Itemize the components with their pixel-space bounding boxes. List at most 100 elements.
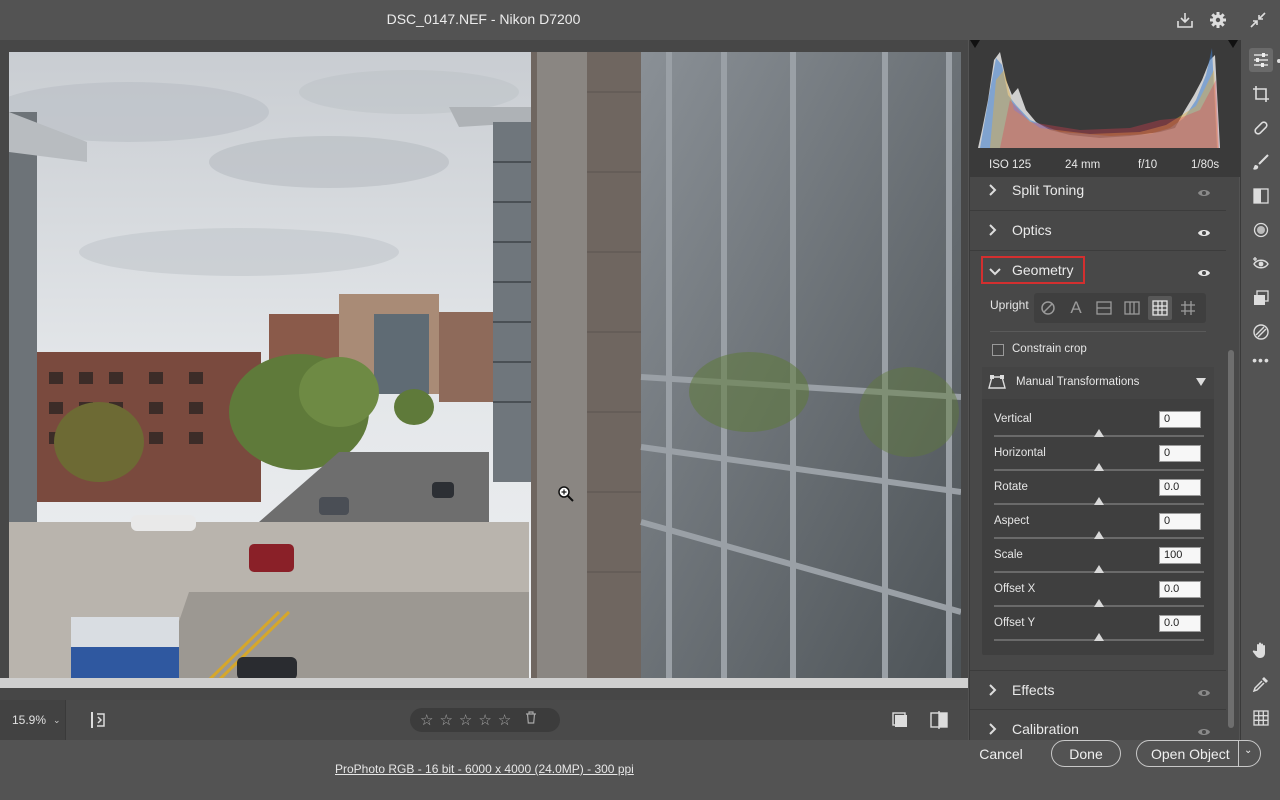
slider-thumb[interactable]: [1094, 497, 1104, 505]
radial-filter-icon[interactable]: [1249, 218, 1273, 242]
adjustment-brush-icon[interactable]: [1249, 150, 1273, 174]
slider-value-input[interactable]: 0.0: [1159, 479, 1201, 496]
chevron-down-icon: [988, 264, 1002, 282]
trash-icon[interactable]: [525, 711, 537, 729]
crop-icon[interactable]: [1249, 82, 1273, 106]
slider-thumb[interactable]: [1094, 565, 1104, 573]
chevron-down-icon[interactable]: ⌄: [1244, 745, 1252, 756]
spot-removal-icon[interactable]: [1249, 116, 1273, 140]
slider-row-offset-y: Offset Y 0.0: [982, 615, 1214, 649]
section-label: Optics: [1012, 222, 1052, 238]
slider-label: Horizontal: [994, 447, 1046, 459]
more-icon[interactable]: •••: [1249, 348, 1273, 372]
section-split-toning[interactable]: Split Toning: [970, 171, 1226, 211]
star-3[interactable]: ☆: [459, 713, 472, 728]
slider-thumb[interactable]: [1094, 531, 1104, 539]
collapse-triangle-icon: [1196, 378, 1206, 386]
image-canvas[interactable]: [0, 40, 968, 700]
collapse-icon[interactable]: [1247, 9, 1269, 31]
cancel-button[interactable]: Cancel: [965, 740, 1037, 767]
upright-auto-icon[interactable]: A: [1064, 296, 1088, 320]
slider-track[interactable]: [994, 565, 1204, 573]
section-optics[interactable]: Optics: [970, 211, 1226, 251]
workflow-options-link[interactable]: ProPhoto RGB - 16 bit - 6000 x 4000 (24.…: [335, 762, 634, 776]
upright-full-icon[interactable]: [1148, 296, 1172, 320]
hand-icon[interactable]: [1249, 638, 1273, 662]
upright-label: Upright: [990, 298, 1029, 312]
star-1[interactable]: ☆: [420, 713, 433, 728]
slider-value-input[interactable]: 0.0: [1159, 615, 1201, 632]
star-2[interactable]: ☆: [439, 713, 452, 728]
crop-preview-icon[interactable]: [892, 712, 908, 728]
slider-track[interactable]: [994, 463, 1204, 471]
slider-thumb[interactable]: [1094, 429, 1104, 437]
slider-label: Vertical: [994, 413, 1032, 425]
section-label: Effects: [1012, 682, 1055, 698]
divider: [990, 331, 1206, 332]
eye-icon[interactable]: [1197, 685, 1211, 703]
tool-strip: •••: [1240, 40, 1280, 740]
slider-track[interactable]: [994, 497, 1204, 505]
camera-raw-window: DSC_0147.NEF - Nikon D7200 15.9% ⌄ ☆ ☆ ☆…: [0, 0, 1280, 800]
eye-icon[interactable]: [1197, 225, 1211, 243]
transform-icon: [988, 374, 1006, 395]
gear-icon[interactable]: [1207, 9, 1229, 31]
slider-track[interactable]: [994, 429, 1204, 437]
slider-row-scale: Scale 100: [982, 547, 1214, 581]
slider-row-aspect: Aspect 0: [982, 513, 1214, 547]
slider-value-input[interactable]: 100: [1159, 547, 1201, 564]
done-button[interactable]: Done: [1051, 740, 1121, 767]
photo-preview[interactable]: [9, 52, 961, 680]
section-label: Split Toning: [1012, 182, 1085, 198]
red-eye-icon[interactable]: [1249, 252, 1273, 276]
slider-thumb[interactable]: [1094, 599, 1104, 607]
constrain-crop-checkbox[interactable]: [992, 344, 1004, 356]
slider-row-horizontal: Horizontal 0: [982, 445, 1214, 479]
presets-icon[interactable]: [1249, 320, 1273, 344]
star-5[interactable]: ☆: [498, 713, 511, 728]
section-label: Geometry: [1012, 262, 1074, 278]
upright-vertical-icon[interactable]: [1120, 296, 1144, 320]
chevron-right-icon: [988, 722, 998, 741]
manual-transformations-title: Manual Transformations: [1016, 376, 1140, 388]
upright-level-icon[interactable]: [1092, 296, 1116, 320]
before-after-icon[interactable]: [929, 710, 949, 730]
zoom-dropdown[interactable]: 15.9% ⌄: [0, 700, 66, 740]
slider-track[interactable]: [994, 599, 1204, 607]
graduated-filter-icon[interactable]: [1249, 184, 1273, 208]
color-sampler-icon[interactable]: [1249, 672, 1273, 696]
slider-value-input[interactable]: 0: [1159, 445, 1201, 462]
upright-buttons: A: [1034, 293, 1206, 323]
snapshots-icon[interactable]: [1249, 286, 1273, 310]
slider-track[interactable]: [994, 633, 1204, 641]
upright-off-icon[interactable]: [1036, 296, 1060, 320]
grid-icon[interactable]: [1249, 706, 1273, 730]
section-label: Calibration: [1012, 721, 1079, 737]
slider-thumb[interactable]: [1094, 633, 1104, 641]
slider-value-input[interactable]: 0: [1159, 411, 1201, 428]
star-rating: ☆ ☆ ☆ ☆ ☆: [410, 708, 560, 732]
slider-thumb[interactable]: [1094, 463, 1104, 471]
open-object-button[interactable]: Open Object ⌄: [1136, 740, 1261, 767]
eye-icon[interactable]: [1197, 265, 1211, 283]
edit-sliders-icon[interactable]: [1249, 48, 1273, 72]
eye-icon[interactable]: [1197, 185, 1211, 203]
chevron-down-icon: ⌄: [53, 714, 61, 725]
slider-value-input[interactable]: 0: [1159, 513, 1201, 530]
toggle-filmstrip-icon[interactable]: [88, 710, 108, 730]
panel-scrollbar[interactable]: [1228, 350, 1234, 728]
status-bar: ProPhoto RGB - 16 bit - 6000 x 4000 (24.…: [0, 740, 1280, 800]
window-title: DSC_0147.NEF - Nikon D7200: [386, 11, 581, 27]
star-4[interactable]: ☆: [478, 713, 491, 728]
slider-label: Rotate: [994, 481, 1028, 493]
slider-track[interactable]: [994, 531, 1204, 539]
slider-value-input[interactable]: 0.0: [1159, 581, 1201, 598]
upright-guided-icon[interactable]: [1176, 296, 1200, 320]
section-geometry[interactable]: Geometry: [970, 251, 1226, 293]
manual-transformations-header[interactable]: Manual Transformations: [982, 367, 1214, 399]
section-effects[interactable]: Effects: [970, 670, 1226, 710]
section-calibration[interactable]: Calibration: [970, 710, 1226, 740]
iso-value: ISO 125: [989, 159, 1032, 171]
title-bar: DSC_0147.NEF - Nikon D7200: [0, 0, 1280, 40]
save-icon[interactable]: [1174, 9, 1196, 31]
